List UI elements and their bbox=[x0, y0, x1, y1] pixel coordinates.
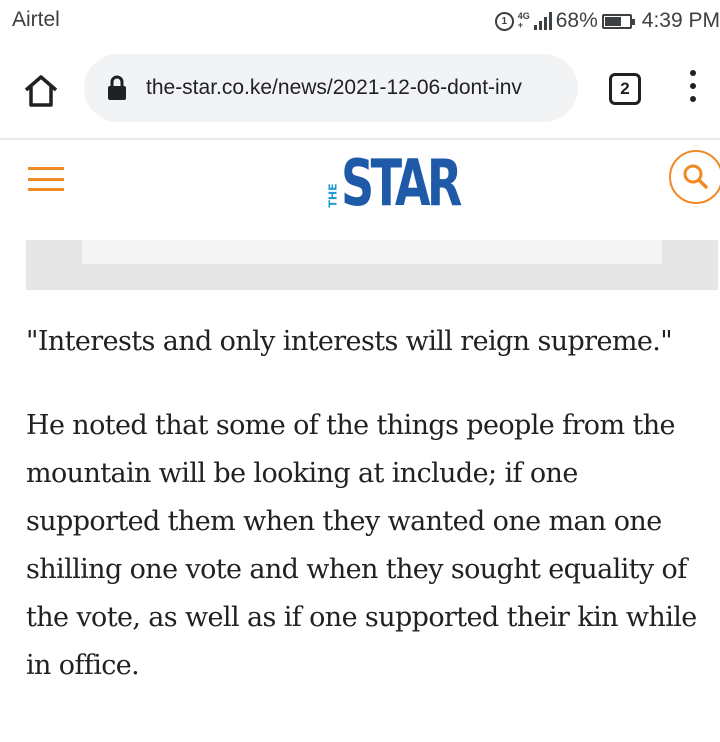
signal-icon bbox=[533, 12, 552, 30]
more-menu-button[interactable] bbox=[685, 70, 701, 110]
ad-placeholder-inner bbox=[82, 240, 662, 264]
article-paragraph-quote: "Interests and only interests will reign… bbox=[26, 326, 673, 357]
url-bar[interactable]: the-star.co.ke/news/2021-12-06-dont-inv bbox=[84, 54, 578, 122]
network-type-icon: 4G + bbox=[518, 12, 530, 30]
battery-fill bbox=[604, 16, 621, 26]
status-icons: 1 4G + 68% 4:39 PM bbox=[491, 8, 720, 34]
site-header: THE STAR bbox=[0, 140, 720, 240]
status-bar: Airtel 1 4G + 68% 4:39 PM bbox=[0, 0, 720, 40]
article-body: "Interests and only interests will reign… bbox=[26, 318, 716, 690]
more-vert-icon bbox=[685, 70, 701, 102]
clock: 4:39 PM bbox=[641, 9, 720, 32]
carrier-name: Airtel bbox=[12, 8, 60, 31]
logo-star: STAR bbox=[341, 147, 462, 221]
ad-placeholder bbox=[26, 240, 718, 290]
network-activity-label: + bbox=[517, 20, 523, 30]
tab-switcher-button[interactable]: 2 bbox=[609, 73, 641, 105]
volte-icon: 1 bbox=[494, 11, 514, 31]
browser-toolbar: the-star.co.ke/news/2021-12-06-dont-inv … bbox=[0, 40, 720, 140]
search-button[interactable] bbox=[669, 150, 720, 204]
article-paragraph: He noted that some of the things people … bbox=[26, 410, 697, 681]
battery-percent: 68% bbox=[555, 9, 598, 32]
battery-icon bbox=[601, 13, 635, 29]
home-icon bbox=[24, 75, 58, 107]
url-text: the-star.co.ke/news/2021-12-06-dont-inv bbox=[146, 76, 522, 99]
search-icon bbox=[683, 164, 708, 189]
lock-icon bbox=[108, 75, 126, 100]
logo-the: THE bbox=[326, 183, 340, 208]
home-button[interactable] bbox=[22, 72, 60, 110]
hamburger-icon[interactable] bbox=[28, 167, 64, 191]
site-logo[interactable]: THE STAR bbox=[321, 144, 505, 216]
